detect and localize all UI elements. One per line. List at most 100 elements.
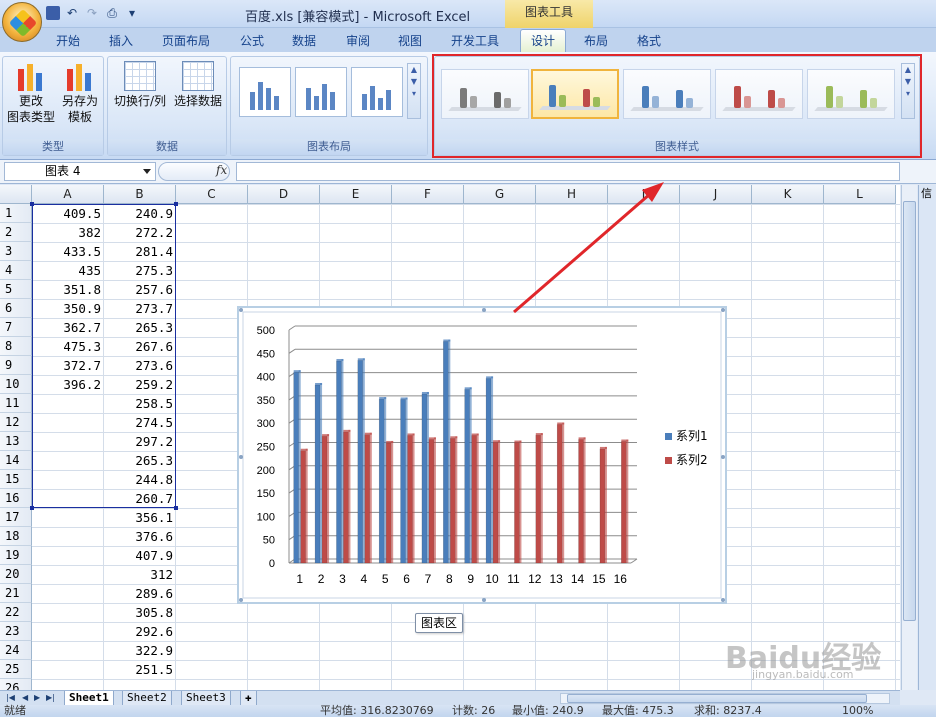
cell-A24[interactable] [32,641,104,660]
row-header[interactable]: 25 [0,660,32,679]
zoom-level[interactable]: 100% [842,705,873,717]
cell-A20[interactable] [32,565,104,584]
prev-sheet-icon[interactable]: ◀ [22,693,28,702]
cell-B2[interactable]: 272.2 [104,223,176,242]
row-header[interactable]: 15 [0,470,32,489]
tab-format[interactable]: 格式 [637,31,661,51]
cell-A11[interactable] [32,394,104,413]
cell-B16[interactable]: 260.7 [104,489,176,508]
column-header[interactable]: K [752,185,824,204]
cell-B22[interactable]: 305.8 [104,603,176,622]
chart-style-colorful-selected[interactable] [531,69,619,119]
column-header[interactable]: A [32,185,104,204]
cell-B25[interactable]: 251.5 [104,660,176,679]
undo-icon[interactable]: ↶ [64,5,80,21]
cell-B23[interactable]: 292.6 [104,622,176,641]
row-header[interactable]: 3 [0,242,32,261]
chart-style-green[interactable] [807,69,895,119]
tab-page-layout[interactable]: 页面布局 [162,31,210,51]
chart-layout-2[interactable] [295,67,347,117]
tab-developer[interactable]: 开发工具 [451,31,499,51]
next-sheet-icon[interactable]: ▶ [34,693,40,702]
cell-A1[interactable]: 409.5 [32,204,104,223]
column-header[interactable]: B [104,185,176,204]
last-sheet-icon[interactable]: ▶| [46,693,55,702]
sheet-tab-2[interactable]: Sheet2 [122,691,172,706]
row-header[interactable]: 11 [0,394,32,413]
chart-area[interactable]: 0 50 100 150 200 250 300 350 400 450 500 1 2 3 4 5 6 7 8 9 1… [237,306,727,604]
cell-A16[interactable] [32,489,104,508]
cell-A9[interactable]: 372.7 [32,356,104,375]
vertical-scroll-thumb[interactable] [903,201,916,621]
cell-B4[interactable]: 275.3 [104,261,176,280]
cell-A8[interactable]: 475.3 [32,337,104,356]
insert-sheet-icon[interactable]: ✚ [240,691,257,706]
chart-style-gray[interactable] [441,69,529,119]
insert-function-icon[interactable]: fx [216,163,227,177]
redo-icon[interactable]: ↷ [84,5,100,21]
sheet-tab-1[interactable]: Sheet1 [64,691,114,706]
chart-styles-scroll[interactable]: ▲ ▼ ▾ [901,63,915,119]
column-header[interactable]: I [608,185,680,204]
tab-home[interactable]: 开始 [56,31,80,51]
cell-B9[interactable]: 273.6 [104,356,176,375]
cell-B12[interactable]: 274.5 [104,413,176,432]
cell-B3[interactable]: 281.4 [104,242,176,261]
cell-A3[interactable]: 433.5 [32,242,104,261]
row-header[interactable]: 16 [0,489,32,508]
row-header[interactable]: 5 [0,280,32,299]
office-button[interactable] [2,2,42,42]
chart-layout-1[interactable] [239,67,291,117]
chart-style-red[interactable] [715,69,803,119]
sheet-tab-3[interactable]: Sheet3 [181,691,231,706]
chart-layouts-scroll[interactable]: ▲ ▼ ▾ [407,63,421,119]
row-header[interactable]: 21 [0,584,32,603]
row-header[interactable]: 10 [0,375,32,394]
cell-A23[interactable] [32,622,104,641]
tab-view[interactable]: 视图 [398,31,422,51]
cell-A6[interactable]: 350.9 [32,299,104,318]
row-header[interactable]: 26 [0,679,32,690]
cell-B21[interactable]: 289.6 [104,584,176,603]
tab-design[interactable]: 设计 [520,29,567,53]
cell-A18[interactable] [32,527,104,546]
save-icon[interactable] [46,6,60,20]
horizontal-scrollbar[interactable] [560,693,890,704]
row-header[interactable]: 8 [0,337,32,356]
cell-A7[interactable]: 362.7 [32,318,104,337]
cell-B6[interactable]: 273.7 [104,299,176,318]
cell-B26[interactable] [104,679,176,690]
cell-B7[interactable]: 265.3 [104,318,176,337]
column-header[interactable]: E [320,185,392,204]
name-box[interactable]: 图表 4 [4,162,156,181]
row-header[interactable]: 7 [0,318,32,337]
cell-B17[interactable]: 356.1 [104,508,176,527]
cell-B19[interactable]: 407.9 [104,546,176,565]
cell-A25[interactable] [32,660,104,679]
cell-A10[interactable]: 396.2 [32,375,104,394]
row-header[interactable]: 12 [0,413,32,432]
tab-data[interactable]: 数据 [292,31,316,51]
row-header[interactable]: 6 [0,299,32,318]
column-header[interactable]: J [680,185,752,204]
customize-qat-icon[interactable]: ▾ [124,5,140,21]
row-header[interactable]: 19 [0,546,32,565]
tab-review[interactable]: 审阅 [346,31,370,51]
column-header[interactable]: F [392,185,464,204]
vertical-scrollbar[interactable] [901,185,917,690]
switch-row-column-button[interactable]: 切换行/列 [112,61,168,109]
cell-B14[interactable]: 265.3 [104,451,176,470]
cell-A17[interactable] [32,508,104,527]
row-header[interactable]: 24 [0,641,32,660]
row-header[interactable]: 20 [0,565,32,584]
tab-layout[interactable]: 布局 [584,31,608,51]
cell-A12[interactable] [32,413,104,432]
cell-A26[interactable] [32,679,104,690]
change-chart-type-button[interactable]: 更改 图表类型 [7,61,55,125]
cell-B20[interactable]: 312 [104,565,176,584]
cell-A5[interactable]: 351.8 [32,280,104,299]
select-data-button[interactable]: 选择数据 [170,61,226,109]
cell-B5[interactable]: 257.6 [104,280,176,299]
cell-B1[interactable]: 240.9 [104,204,176,223]
row-header[interactable]: 14 [0,451,32,470]
